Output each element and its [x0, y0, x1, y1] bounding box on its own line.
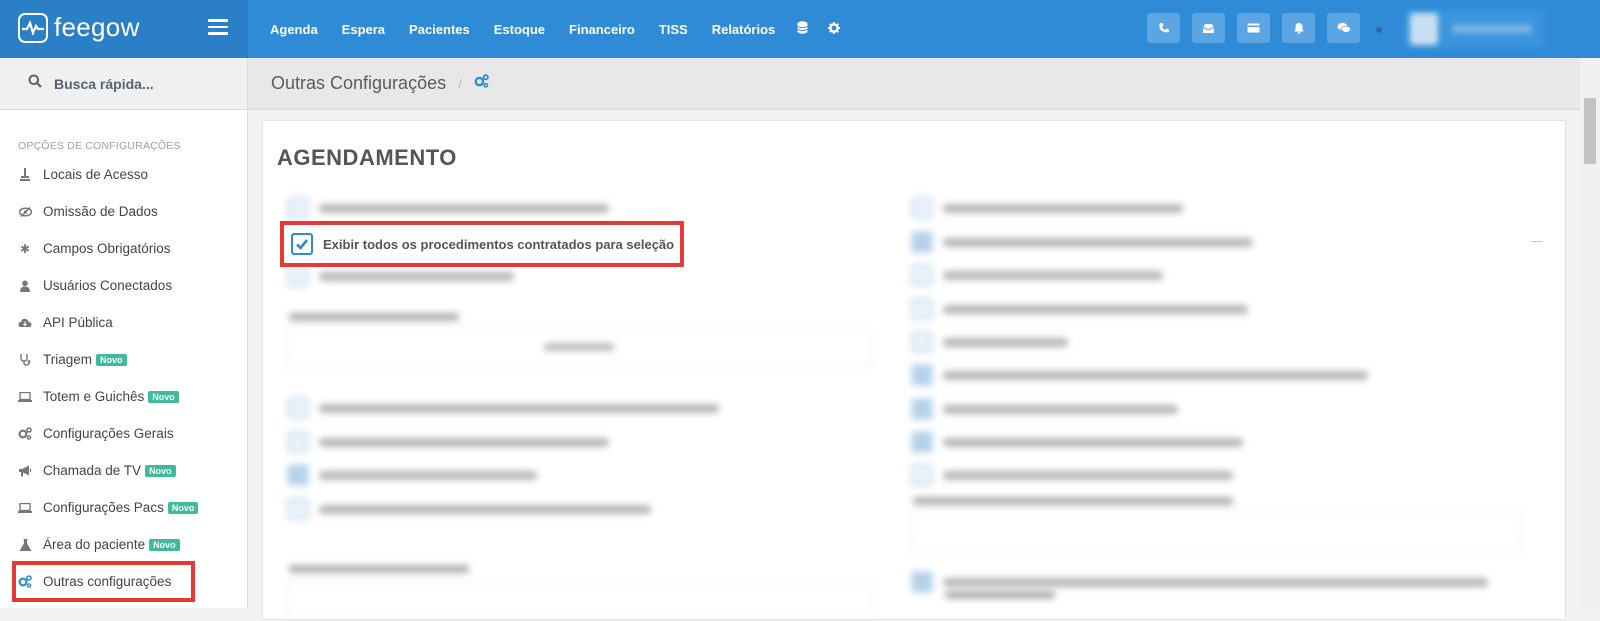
inbox-icon[interactable] — [1192, 13, 1225, 43]
new-badge: Novo — [149, 538, 180, 551]
sidebar-item-totem-e-guiches[interactable]: Totem e Guichês Novo — [0, 378, 247, 415]
sidebar-item-area-do-paciente[interactable]: Área do paciente Novo — [0, 526, 247, 563]
sidebar-list: Locais de Acesso Omissão de Dados ✱ Camp… — [0, 156, 247, 600]
gear-icon[interactable] — [828, 21, 841, 37]
search-placeholder: Busca rápida... — [54, 75, 154, 92]
show-all-procedures-checkbox[interactable] — [291, 233, 313, 255]
asterisk-icon: ✱ — [19, 241, 31, 256]
top-bar: feegow Agenda Espera Pacientes Estoque F… — [0, 0, 1600, 58]
stethoscope-icon — [18, 353, 32, 367]
sidebar-item-label: Chamada de TV — [43, 463, 142, 478]
sidebar-item-label: Omissão de Dados — [43, 204, 158, 219]
new-badge: Novo — [96, 353, 127, 366]
nav-financeiro[interactable]: Financeiro — [569, 22, 635, 37]
new-badge: Novo — [145, 464, 176, 477]
bell-icon[interactable] — [1282, 13, 1315, 43]
new-badge: Novo — [148, 390, 179, 403]
sidebar-item-label: Configurações Pacs — [43, 500, 164, 515]
sidebar-item-label: Totem e Guichês — [43, 389, 145, 404]
pin-icon — [18, 168, 32, 182]
logo[interactable]: feegow — [18, 12, 140, 43]
page-title: Outras Configurações — [271, 73, 447, 93]
sidebar-item-configuracoes-pacs[interactable]: Configurações Pacs Novo — [0, 489, 247, 526]
user-icon — [18, 279, 32, 293]
card-icon[interactable] — [1237, 13, 1270, 43]
show-all-procedures-label[interactable]: Exibir todos os procedimentos contratado… — [323, 237, 674, 252]
eye-slash-icon — [18, 205, 32, 219]
sidebar-item-label: API Pública — [43, 315, 113, 330]
laptop-icon — [18, 501, 32, 515]
megaphone-icon — [18, 464, 32, 478]
sidebar-item-usuarios-conectados[interactable]: Usuários Conectados — [0, 267, 247, 304]
nav-estoque[interactable]: Estoque — [494, 22, 545, 37]
sidebar-item-label: Configurações Gerais — [43, 426, 174, 441]
sidebar-item-configuracoes-gerais[interactable]: Configurações Gerais — [0, 415, 247, 452]
menu-toggle-icon[interactable] — [208, 19, 228, 35]
user-name-blurred — [1452, 25, 1532, 33]
gears-icon — [474, 74, 489, 93]
brand-area: feegow — [0, 0, 248, 58]
main-content: Outras Configurações / AGENDAMENTO Exibi… — [248, 58, 1580, 621]
nav-espera[interactable]: Espera — [342, 22, 385, 37]
search-icon — [28, 74, 42, 93]
sidebar-item-label: Campos Obrigatórios — [43, 241, 171, 256]
top-nav: Agenda Espera Pacientes Estoque Financei… — [258, 0, 850, 58]
laptop-icon — [18, 390, 32, 404]
section-title: AGENDAMENTO — [277, 145, 457, 170]
highlight-box-option: Exibir todos os procedimentos contratado… — [280, 221, 684, 267]
sidebar-item-label: Área do paciente — [43, 537, 146, 552]
sidebar-item-campos-obrigatorios[interactable]: ✱ Campos Obrigatórios — [0, 230, 247, 267]
user-menu[interactable] — [1404, 10, 1544, 48]
sidebar-item-locais-de-acesso[interactable]: Locais de Acesso — [0, 156, 247, 193]
avatar — [1410, 13, 1438, 45]
sidebar-item-chamada-de-tv[interactable]: Chamada de TV Novo — [0, 452, 247, 489]
gears-icon — [18, 427, 32, 441]
sidebar-item-api-publica[interactable]: API Pública — [0, 304, 247, 341]
sidebar-item-label: Locais de Acesso — [43, 167, 149, 182]
page-scrollbar[interactable] — [1580, 58, 1600, 608]
highlight-box-sidebar — [12, 561, 195, 602]
nav-agenda[interactable]: Agenda — [270, 22, 318, 37]
quick-search[interactable]: Busca rápida... — [0, 58, 247, 110]
nav-relatorios[interactable]: Relatórios — [712, 22, 776, 37]
logo-text: feegow — [54, 12, 140, 42]
scrollbar-thumb[interactable] — [1584, 98, 1596, 164]
sidebar-header: OPÇÕES DE CONFIGURAÇÕES — [18, 140, 181, 152]
cloud-icon — [18, 316, 32, 330]
divider — [1531, 241, 1543, 242]
database-icon[interactable] — [797, 21, 808, 37]
logo-mark-icon — [18, 12, 48, 43]
new-badge: Novo — [167, 501, 199, 514]
sidebar-item-label: Usuários Conectados — [43, 278, 173, 293]
breadcrumb: Outras Configurações / — [248, 58, 1580, 110]
flask-icon — [18, 538, 32, 552]
top-actions — [1147, 13, 1372, 43]
nav-pacientes[interactable]: Pacientes — [409, 22, 470, 37]
sidebar-item-triagem[interactable]: Triagem Novo — [0, 341, 247, 378]
sidebar-item-omissao-de-dados[interactable]: Omissão de Dados — [0, 193, 247, 230]
nav-tiss[interactable]: TISS — [659, 22, 688, 37]
settings-panel: AGENDAMENTO Exibir todos os procedimento… — [262, 120, 1566, 621]
status-dot — [1376, 27, 1382, 33]
phone-icon[interactable] — [1147, 13, 1180, 43]
sidebar: Busca rápida... OPÇÕES DE CONFIGURAÇÕES … — [0, 58, 248, 608]
sidebar-item-label: Triagem — [43, 352, 93, 367]
chat-icon[interactable] — [1327, 13, 1360, 43]
breadcrumb-separator: / — [458, 75, 462, 92]
